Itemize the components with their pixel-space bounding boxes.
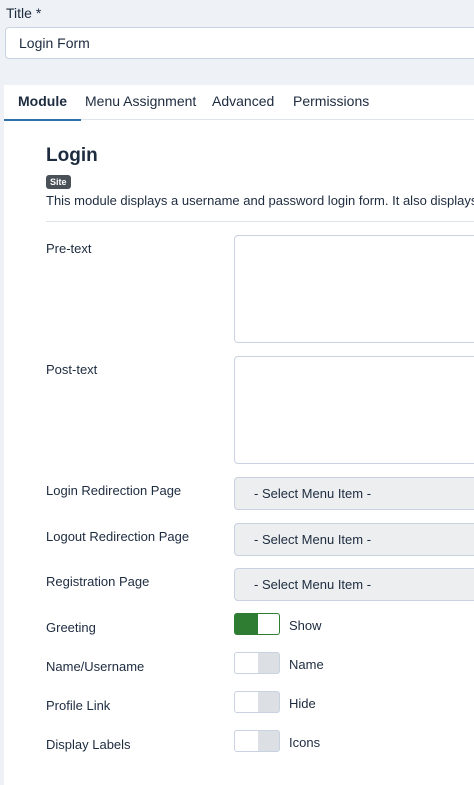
name-username-toggle[interactable] [234, 652, 280, 674]
pretext-label: Pre-text [46, 241, 92, 256]
tab-module[interactable]: Module [4, 85, 81, 121]
pretext-textarea[interactable] [234, 235, 474, 343]
name-username-label: Name/Username [46, 659, 145, 674]
profile-link-toggle[interactable] [234, 691, 280, 713]
toggle-knob [258, 614, 279, 634]
profile-link-label: Profile Link [46, 698, 111, 713]
module-description: This module displays a username and pass… [46, 193, 474, 208]
display-labels-label: Display Labels [46, 737, 131, 752]
toggle-knob [235, 692, 258, 712]
site-badge: Site [46, 175, 71, 189]
module-panel: Module Menu Assignment Advanced Permissi… [4, 85, 474, 785]
login-redirect-select[interactable]: - Select Menu Item - [234, 477, 474, 510]
tab-permissions[interactable]: Permissions [293, 85, 369, 119]
greeting-toggle[interactable] [234, 613, 280, 635]
posttext-textarea[interactable] [234, 356, 474, 464]
registration-label: Registration Page [46, 574, 150, 589]
tab-bar: Module Menu Assignment Advanced Permissi… [4, 85, 474, 121]
toggle-knob [235, 731, 258, 751]
display-labels-toggle[interactable] [234, 730, 280, 752]
divider [46, 221, 474, 222]
registration-select[interactable]: - Select Menu Item - [234, 568, 474, 601]
tab-advanced[interactable]: Advanced [212, 85, 274, 119]
module-title: Login [46, 145, 98, 166]
tab-menu-assignment[interactable]: Menu Assignment [85, 85, 196, 119]
logout-redirect-label: Logout Redirection Page [46, 529, 190, 544]
posttext-label: Post-text [46, 362, 98, 377]
profile-link-value: Hide [289, 696, 316, 711]
title-input[interactable]: Login Form [5, 27, 474, 59]
greeting-value: Show [289, 618, 322, 633]
title-label: Title * [6, 5, 42, 21]
login-redirect-label: Login Redirection Page [46, 483, 182, 498]
logout-redirect-select[interactable]: - Select Menu Item - [234, 523, 474, 556]
greeting-label: Greeting [46, 620, 96, 635]
name-username-value: Name [289, 657, 324, 672]
display-labels-value: Icons [289, 735, 321, 750]
toggle-knob [235, 653, 258, 673]
